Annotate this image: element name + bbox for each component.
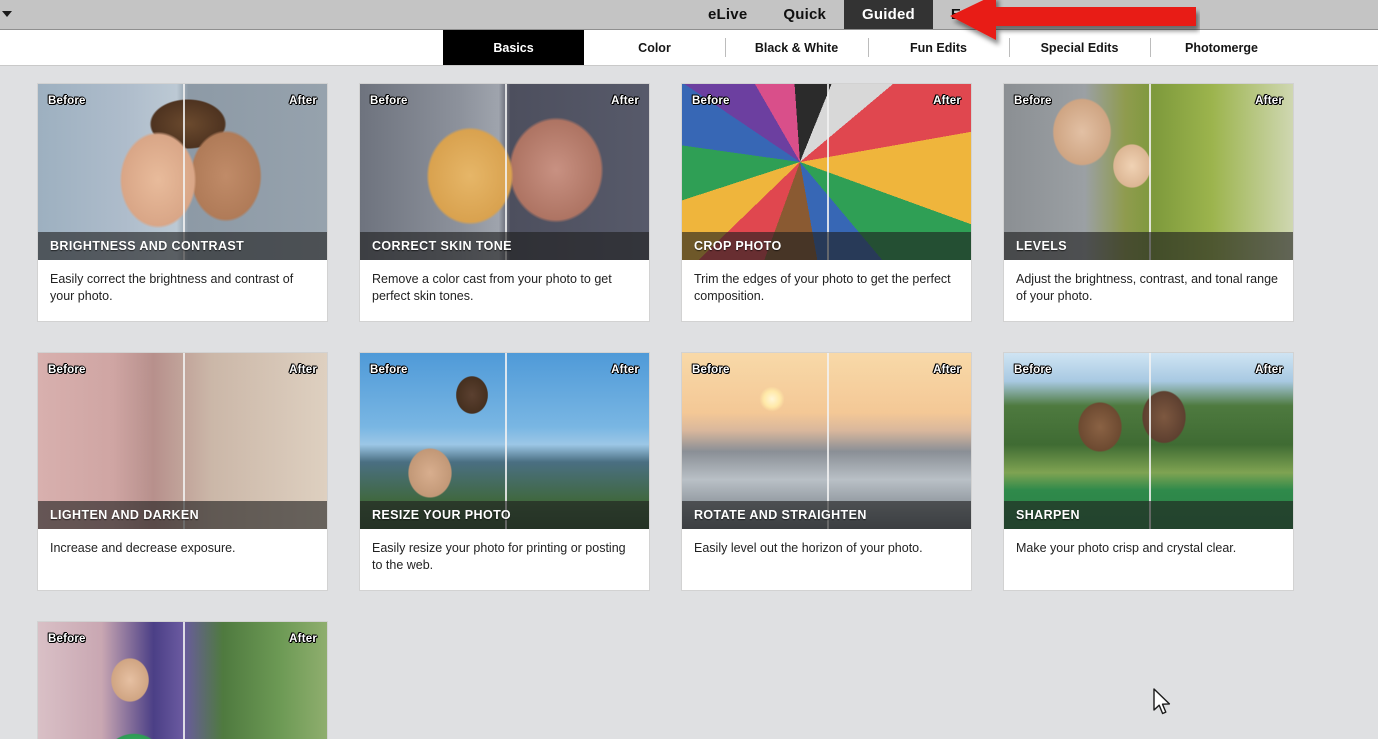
guided-edit-card[interactable]: BeforeAfterVIGNETTE EFFECTDarken the cor… [38,622,327,739]
guided-edit-description: Remove a color cast from your photo to g… [372,272,612,303]
mode-tab-group: eLive Quick Guided Expert [690,0,1017,29]
before-label: Before [692,364,730,376]
before-label: Before [1014,95,1052,107]
after-label: After [611,364,639,376]
guided-edit-title: ROTATE AND STRAIGHTEN [682,501,971,529]
guided-edit-card[interactable]: Before After LEVELS Adjust the brightness, … [1004,84,1293,321]
guided-edit-card[interactable]: Before After RESIZE YOUR PHOTO Easily resiz… [360,353,649,590]
after-label: After [933,95,961,107]
before-label: Before [692,95,730,107]
application-title-bar: eLive Quick Guided Expert [0,0,1378,30]
guided-edit-description: Easily correct the brightness and contra… [50,272,294,303]
guided-tab-basics[interactable]: Basics [443,30,584,65]
mode-tab-elive[interactable]: eLive [690,0,765,29]
guided-tab-fun-edits[interactable]: Fun Edits [868,30,1009,65]
mode-tab-expert[interactable]: Expert [933,0,1017,29]
guided-edit-title: SHARPEN [1004,501,1293,529]
guided-edit-card[interactable]: Before After CORRECT SKIN TONE Remove a col… [360,84,649,321]
guided-edit-thumbnail: Before After BRIGHTNESS AND CONTRAST [38,84,327,260]
guided-edit-description: Adjust the brightness, contrast, and ton… [1016,272,1278,303]
before-label: Before [48,95,86,107]
guided-edit-thumbnail: BeforeAfterVIGNETTE EFFECT [38,622,327,739]
guided-tab-label: Photomerge [1185,40,1258,55]
after-label: After [1255,95,1283,107]
guided-edit-thumbnail: Before After CORRECT SKIN TONE [360,84,649,260]
guided-edit-card[interactable]: Before After CROP PHOTO Trim the edges of y… [682,84,971,321]
guided-edit-card[interactable]: Before After ROTATE AND STRAIGHTEN Easily l… [682,353,971,590]
guided-category-tab-bar: Basics Color Black & White Fun Edits Special… [0,30,1378,66]
guided-tab-black-white[interactable]: Black & White [725,30,868,65]
guided-tab-special-edits[interactable]: Special Edits [1009,30,1150,65]
after-label: After [289,633,317,645]
guided-edit-description: Make your photo crisp and crystal clear. [1016,541,1237,555]
guided-tab-label: Fun Edits [910,40,967,55]
mode-tab-quick[interactable]: Quick [765,0,844,29]
before-label: Before [48,633,86,645]
guided-edit-card[interactable]: Before After SHARPEN Make your photo crisp … [1004,353,1293,590]
guided-edit-thumbnail: Before After LIGHTEN AND DARKEN [38,353,327,529]
before-label: Before [370,364,408,376]
guided-edit-thumbnail: Before After CROP PHOTO [682,84,971,260]
guided-tab-label: Black & White [754,40,839,55]
guided-edit-card[interactable]: Before After LIGHTEN AND DARKEN Increase an… [38,353,327,590]
guided-edit-thumbnail: Before After ROTATE AND STRAIGHTEN [682,353,971,529]
guided-tab-photomerge[interactable]: Photomerge [1150,30,1293,65]
guided-tab-label: Basics [493,40,534,55]
guided-edit-thumbnail: Before After SHARPEN [1004,353,1293,529]
after-label: After [289,95,317,107]
guided-edits-panel: Before After BRIGHTNESS AND CONTRAST Easily… [0,66,1378,739]
guided-edit-card[interactable]: Before After BRIGHTNESS AND CONTRAST Easily… [38,84,327,321]
guided-tab-label: Special Edits [1040,40,1119,55]
guided-edit-title: LIGHTEN AND DARKEN [38,501,327,529]
guided-edits-grid: Before After BRIGHTNESS AND CONTRAST Easily… [38,84,1378,739]
before-label: Before [1014,364,1052,376]
guided-tab-color[interactable]: Color [584,30,725,65]
after-label: After [933,364,961,376]
chevron-down-icon[interactable] [2,11,12,17]
guided-tab-label: Color [638,40,671,55]
guided-edit-description: Easily level out the horizon of your pho… [694,541,923,555]
guided-edit-title: RESIZE YOUR PHOTO [360,501,649,529]
guided-edit-title: CROP PHOTO [682,232,971,260]
before-label: Before [48,364,86,376]
guided-edit-description: Trim the edges of your photo to get the … [694,272,951,303]
after-label: After [1255,364,1283,376]
guided-edit-thumbnail: Before After RESIZE YOUR PHOTO [360,353,649,529]
after-label: After [289,364,317,376]
mode-tab-guided[interactable]: Guided [844,0,933,29]
guided-edit-thumbnail: Before After LEVELS [1004,84,1293,260]
guided-category-tabs: Basics Color Black & White Fun Edits Special… [443,30,1293,65]
after-label: After [611,95,639,107]
before-label: Before [370,95,408,107]
guided-edit-title: BRIGHTNESS AND CONTRAST [38,232,327,260]
guided-edit-title: CORRECT SKIN TONE [360,232,649,260]
before-after-divider [183,622,185,739]
guided-edit-description: Easily resize your photo for printing or… [372,541,626,572]
guided-edit-title: LEVELS [1004,232,1293,260]
guided-edit-description: Increase and decrease exposure. [50,541,236,555]
